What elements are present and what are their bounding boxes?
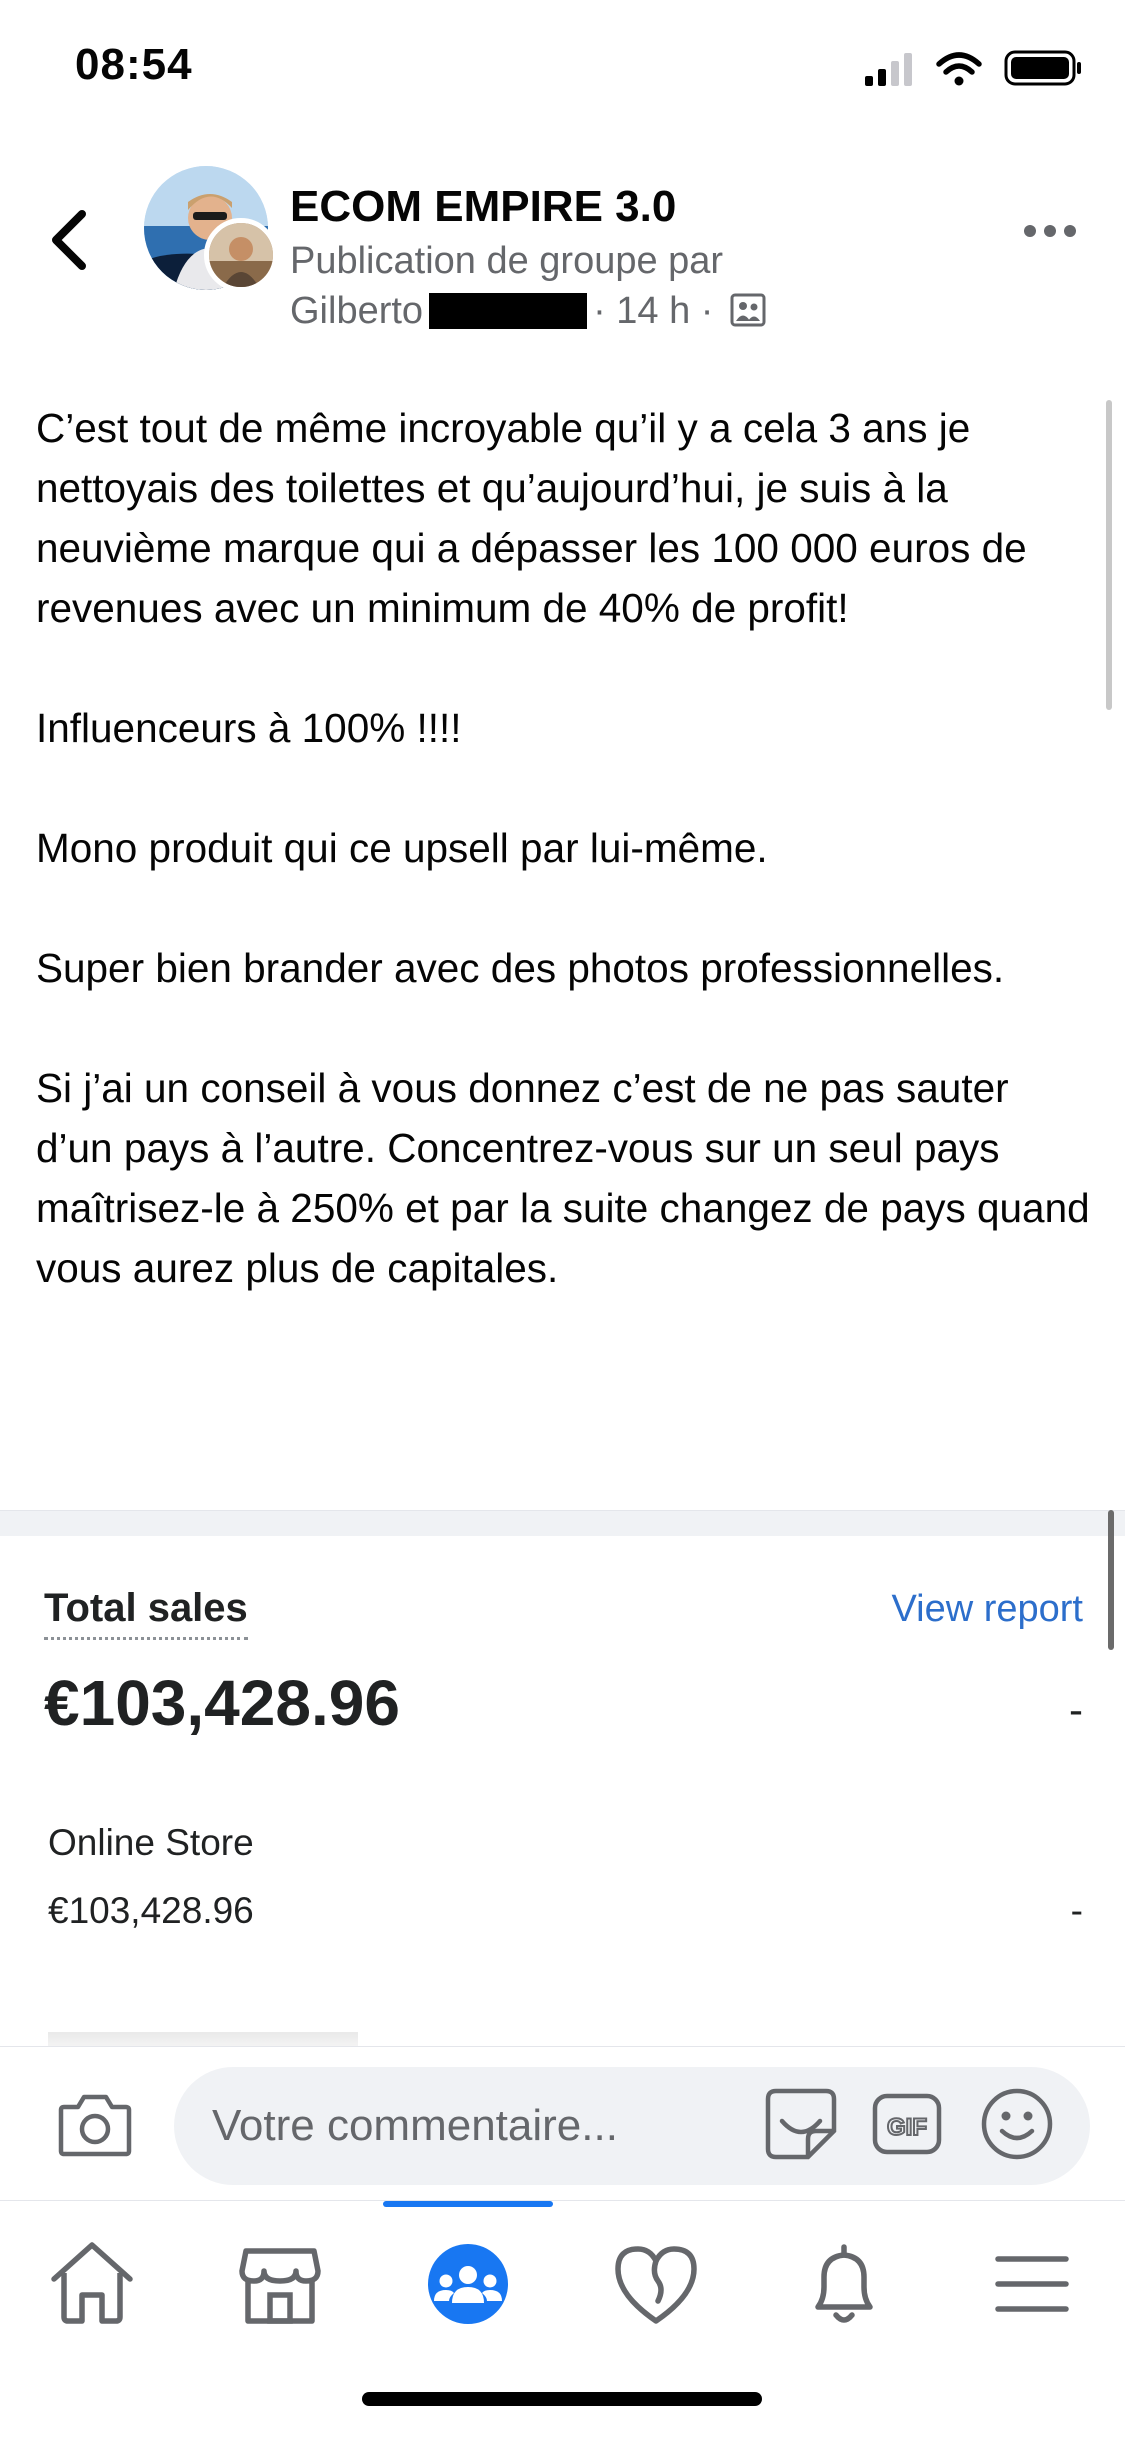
active-tab-indicator bbox=[383, 2201, 553, 2207]
total-sales-value: €103,428.96 bbox=[44, 1667, 400, 1739]
more-dots-icon bbox=[1024, 225, 1076, 237]
home-indicator[interactable] bbox=[362, 2392, 762, 2406]
comment-input[interactable] bbox=[174, 2067, 1090, 2185]
nav-groups[interactable] bbox=[408, 2229, 528, 2339]
nav-dating[interactable] bbox=[596, 2229, 716, 2339]
image-scrollbar[interactable] bbox=[1108, 1510, 1114, 1650]
online-store-label: Online Store bbox=[48, 1822, 254, 1863]
post-paragraph: Influenceurs à 100% !!!! bbox=[36, 705, 462, 751]
text-scrollbar[interactable] bbox=[1106, 400, 1112, 710]
nav-menu[interactable] bbox=[972, 2229, 1092, 2339]
status-icons bbox=[865, 48, 1085, 88]
section-divider bbox=[0, 1510, 1125, 1537]
post-meta: Gilberto · 14 h · bbox=[290, 290, 766, 333]
total-sales-change: - bbox=[1069, 1686, 1083, 1733]
post-header: ECOM EMPIRE 3.0 Publication de groupe pa… bbox=[0, 150, 1125, 350]
camera-icon bbox=[58, 2094, 132, 2157]
chevron-left-icon bbox=[52, 210, 86, 270]
groups-icon bbox=[428, 2244, 508, 2324]
more-options-button[interactable] bbox=[1020, 216, 1080, 246]
author-photo-icon bbox=[209, 223, 273, 287]
gif-button[interactable]: GIF bbox=[872, 2093, 942, 2155]
post-paragraph: Si j’ai un conseil à vous donnez c’est d… bbox=[36, 1065, 1090, 1291]
total-sales-title: Total sales bbox=[44, 1586, 248, 1640]
status-time: 08:54 bbox=[75, 40, 193, 89]
post-time: · 14 h · bbox=[593, 290, 714, 332]
nav-home[interactable] bbox=[32, 2229, 152, 2339]
group-name[interactable]: ECOM EMPIRE 3.0 bbox=[290, 182, 676, 232]
author-name[interactable]: Gilberto bbox=[290, 290, 423, 332]
post-paragraph: C’est tout de même incroyable qu’il y a … bbox=[36, 405, 1027, 631]
author-avatar[interactable] bbox=[204, 218, 278, 292]
redaction-box bbox=[429, 293, 588, 329]
post-paragraph: Mono produit qui ce upsell par lui-même. bbox=[36, 825, 768, 871]
attached-image[interactable]: Total sales View report €103,428.96 - On… bbox=[0, 1536, 1125, 2056]
heart-icon bbox=[615, 2246, 697, 2324]
online-store-value: €103,428.96 bbox=[48, 1890, 254, 1931]
comment-bar: GIF bbox=[0, 2046, 1125, 2201]
status-bar: 08:54 bbox=[0, 0, 1125, 140]
camera-button[interactable] bbox=[58, 2091, 132, 2157]
nav-marketplace[interactable] bbox=[220, 2229, 340, 2339]
nav-notifications[interactable] bbox=[784, 2229, 904, 2339]
online-store-change: - bbox=[1070, 1890, 1083, 1931]
sticker-button[interactable] bbox=[764, 2087, 838, 2161]
signal-wifi-battery-icon bbox=[865, 50, 1081, 86]
sticker-icon bbox=[765, 2088, 837, 2160]
hamburger-menu-icon bbox=[995, 2256, 1069, 2312]
post-subtitle: Publication de groupe par bbox=[290, 240, 724, 282]
home-icon bbox=[51, 2242, 133, 2324]
gif-icon: GIF bbox=[872, 2093, 942, 2155]
view-report-link: View report bbox=[891, 1588, 1083, 1630]
back-button[interactable] bbox=[40, 200, 100, 280]
emoji-button[interactable] bbox=[980, 2087, 1054, 2161]
marketplace-icon bbox=[239, 2248, 321, 2324]
bell-icon bbox=[815, 2244, 873, 2323]
svg-text:GIF: GIF bbox=[887, 2114, 927, 2141]
group-privacy-icon bbox=[730, 293, 766, 327]
smiley-icon bbox=[981, 2088, 1053, 2160]
post-paragraph: Super bien brander avec des photos profe… bbox=[36, 945, 1005, 991]
post-body: C’est tout de même incroyable qu’il y a … bbox=[36, 398, 1096, 1358]
